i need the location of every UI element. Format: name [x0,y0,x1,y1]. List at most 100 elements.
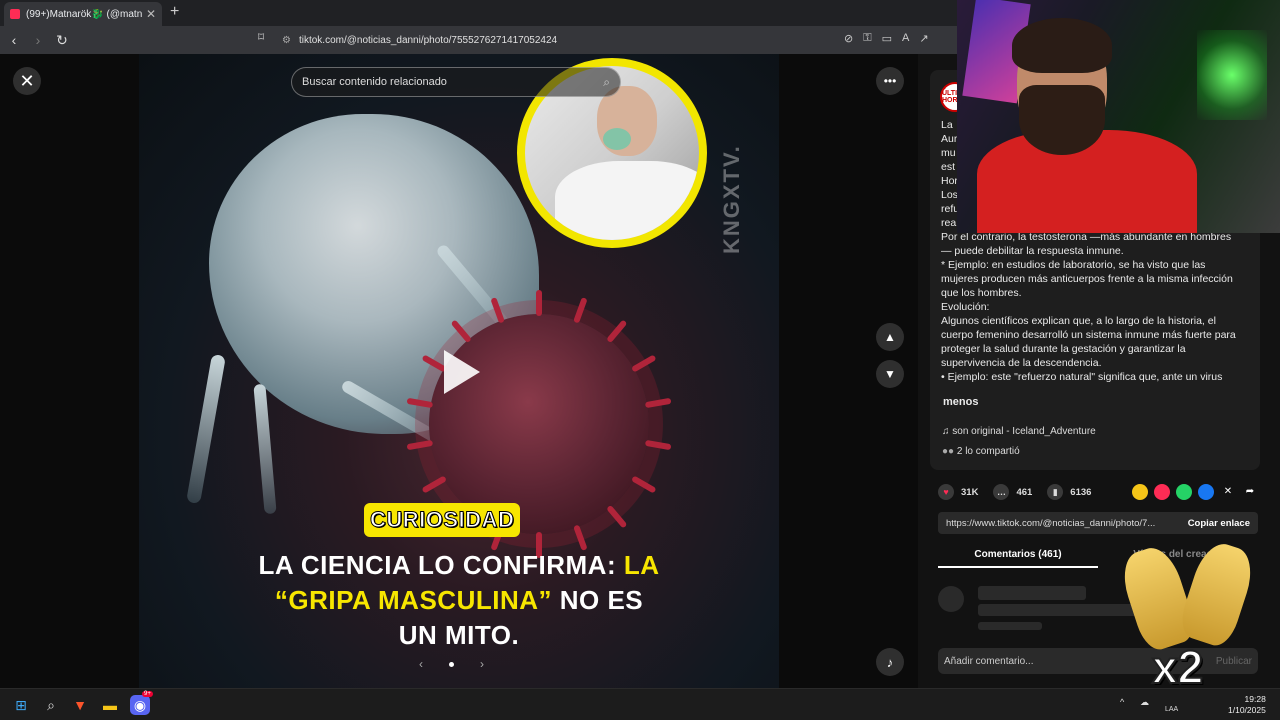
slide-dot[interactable] [449,661,454,667]
loading-avatar [938,586,964,612]
multiplier-label: x2 [1151,640,1204,694]
chevron-up-icon: ▲ [884,330,896,344]
action-bar: ♥ 31K … 461 ▮ 6136 ✕ ➦ [938,482,1258,502]
streamer-beard [1019,85,1105,155]
search-icon[interactable]: ⌕ [603,75,610,90]
no-tracking-icon[interactable]: ⊘ [844,32,853,45]
save-count: 6136 [1070,486,1092,498]
comment-placeholder: Añadir comentario... [944,655,1034,667]
browser-tab[interactable]: (99+)Matnarök🐉 (@matnarok_ ✕ [4,2,162,26]
bookmark-save-icon: ▮ [1047,484,1064,500]
music-link[interactable]: ♫ son original - Iceland_Adventure [942,426,1096,437]
key-icon[interactable]: ⚿ [863,32,871,45]
close-viewer-button[interactable]: ✕ [13,67,41,95]
whatsapp-icon[interactable] [1176,484,1192,500]
send-share-icon[interactable] [1154,484,1170,500]
like-count: 31K [961,486,979,498]
photo-viewer: ✕ Buscar contenido relacionado ⌕ KNGXTV.… [0,54,918,688]
comment-button[interactable]: … 461 [993,484,1032,500]
curiosity-badge: CURIOSIDAD [364,503,521,537]
hand-right [1175,537,1260,651]
virus-spike [421,475,447,494]
related-search-input[interactable]: Buscar contenido relacionado ⌕ [291,67,621,97]
next-slide-icon[interactable]: › [480,657,484,671]
shared-by[interactable]: ●● 2 lo compartió [942,446,1020,457]
speaker-icon: ♪ [886,654,894,670]
clock[interactable]: 19:28 1/10/2025 [1228,694,1266,716]
headline-highlight: LA [623,550,660,580]
copy-link-button[interactable]: Copiar enlace [1188,518,1250,529]
more-share-icon[interactable]: ➦ [1242,484,1258,500]
file-explorer-icon[interactable]: ▬ [100,695,120,715]
virus-spike [631,354,657,373]
reload-icon[interactable]: ↻ [52,32,72,49]
close-tab-icon[interactable]: ✕ [146,7,156,21]
virus-illustration [406,290,672,558]
music-note-icon: ♫ [942,426,953,437]
embed-share-icon[interactable] [1132,484,1148,500]
comment-count: 461 [1016,486,1033,498]
virus-spike [644,439,672,451]
previous-post-button[interactable]: ▲ [876,323,904,351]
save-button[interactable]: ▮ 6136 [1047,484,1091,500]
browser-toolbar-icons: ⊘ ⚿ ▭ A ↗ [844,32,929,45]
comment-input[interactable]: Añadir comentario... Publicar [938,648,1258,674]
volume-button[interactable]: ♪ [876,648,904,676]
virus-spike [644,397,672,409]
language-indicator[interactable]: LAA [1165,706,1178,713]
facebook-icon[interactable] [1198,484,1214,500]
chevron-down-icon: ▼ [884,367,896,381]
description-line: * Ejemplo: en estudios de laboratorio, s… [941,259,1206,271]
description-line: — puede debilitar la respuesta inmune. [941,245,1124,257]
discord-icon[interactable]: ◉ [130,695,150,715]
play-icon[interactable] [444,350,480,394]
taskbar: ⊞ ⌕ ▼ ▬ ◉ 9+ ^ ☁ LAA 19:28 1/10/2025 [0,688,1280,720]
forward-icon[interactable]: › [28,32,48,48]
clapping-hands-icon [1115,537,1260,655]
site-info-icon[interactable]: ⚙ [282,35,291,46]
share-link[interactable]: https://www.tiktok.com/@noticias_danni/p… [946,518,1155,529]
back-icon[interactable]: ‹ [4,32,24,48]
search-icon[interactable]: ⌕ [41,695,61,715]
heart-icon: ♥ [938,484,954,500]
tab-comments[interactable]: Comentarios (461) [938,544,1098,568]
prev-slide-icon[interactable]: ‹ [419,657,423,671]
loading-line [978,622,1042,630]
next-post-button[interactable]: ▼ [876,360,904,388]
cast-icon[interactable]: ▭ [882,32,892,45]
virus-spike [536,290,542,316]
virus-spike [406,439,434,451]
post-image[interactable]: Buscar contenido relacionado ⌕ KNGXTV. C… [139,54,779,688]
brave-browser-icon[interactable]: ▼ [70,695,90,715]
virus-spike [573,524,588,551]
virus-spike [606,319,628,344]
new-tab-icon[interactable]: + [170,3,179,21]
description-line: cuerpo femenino desarrolló un sistema in… [941,329,1236,341]
share-page-icon[interactable]: ↗ [919,32,928,45]
show-less-button[interactable]: menos [943,396,978,408]
more-options-button[interactable]: ••• [876,67,904,95]
virus-spike [631,475,657,494]
bookmark-icon[interactable]: ⌑ [258,30,264,44]
like-button[interactable]: ♥ 31K [938,484,978,500]
streamer-hair [1012,18,1112,73]
screen: (99+)Matnarök🐉 (@matnarok_ ✕ + ‹ › ↻ ⌑ ⚙… [0,0,1280,720]
description-line: Algunos científicos explican que, a lo l… [941,315,1216,327]
inset-body [555,161,699,240]
windows-start-icon[interactable]: ⊞ [11,695,31,715]
ellipsis-icon: ••• [883,74,897,88]
headline: LA CIENCIA LO CONFIRMA: LA “GRIPA MASCUL… [199,548,719,653]
oxygen-mask [603,128,631,150]
description-line: supervivencia de la descendencia. [941,357,1102,369]
headline-highlight: “GRIPA MASCULINA” [274,585,553,615]
publish-button[interactable]: Publicar [1216,656,1252,667]
discord-badge: 9+ [142,691,153,697]
description-line: proteger la salud durante la gestación y… [941,343,1186,355]
translate-icon[interactable]: A [902,32,909,45]
tendril [253,383,277,515]
tray-cloud-icon[interactable]: ☁ [1140,697,1149,708]
x-icon[interactable]: ✕ [1220,484,1236,500]
share-link-box: https://www.tiktok.com/@noticias_danni/p… [938,512,1258,534]
tray-chevron-icon[interactable]: ^ [1120,697,1124,707]
description-line: mujeres producen más anticuerpos frente … [941,273,1233,285]
